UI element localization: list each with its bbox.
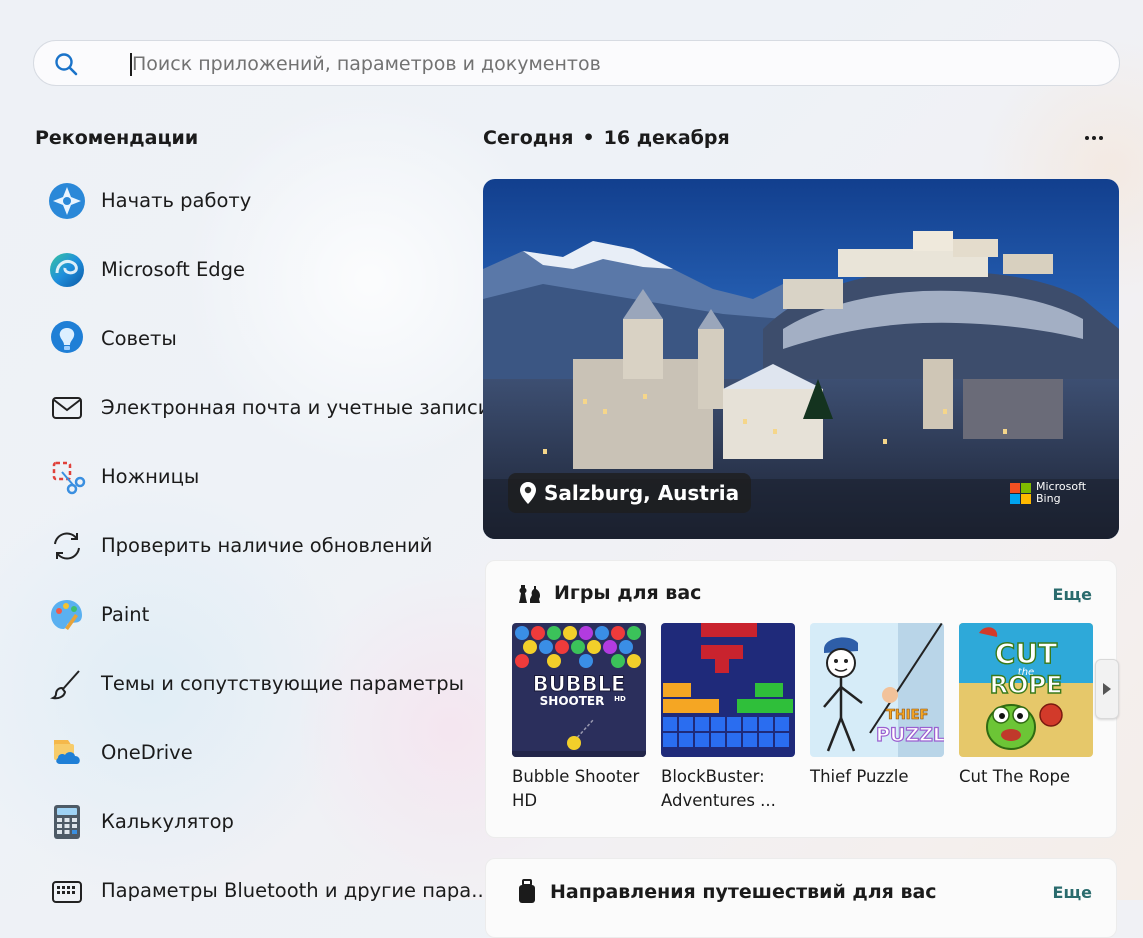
rec-item-label: Microsoft Edge (101, 258, 246, 281)
rec-item-label: Электронная почта и учетные записи (101, 396, 491, 419)
paint-icon (48, 596, 86, 634)
thief-logo-line2: PUZZLE (876, 724, 944, 746)
thief-puzzle-thumbnail: THIEF PUZZLE (810, 623, 944, 757)
snipping-tool-icon (48, 458, 86, 496)
rec-item-edge[interactable]: Microsoft Edge (48, 236, 468, 305)
refresh-icon (48, 527, 86, 565)
more-options-button[interactable] (1080, 124, 1108, 152)
game-tile-bubble-shooter[interactable]: BUBBLE SHOOTER HD Bubble Shooter HD (512, 623, 646, 813)
game-name: BlockBuster: Adventures ... (661, 767, 776, 810)
location-text: Salzburg, Austria (544, 481, 740, 505)
travel-card-header: Направления путешествий для вас (516, 879, 937, 905)
search-input[interactable] (132, 49, 1032, 79)
bubble-logo-line1: BUBBLE (533, 672, 626, 696)
search-icon (55, 53, 78, 76)
get-started-icon (48, 182, 86, 220)
cut-the-rope-thumbnail: CUT the ROPE (959, 623, 1093, 757)
rec-item-label: Калькулятор (101, 810, 234, 833)
rec-item-bluetooth-settings[interactable]: Параметры Bluetooth и другие пара... (48, 857, 490, 926)
thief-logo-line1: THIEF (886, 708, 928, 723)
search-box[interactable] (33, 40, 1120, 86)
microsoft-bing-logo: Microsoft Bing (1010, 481, 1086, 505)
rec-item-check-updates[interactable]: Проверить наличие обновлений (48, 512, 468, 581)
travel-card: Направления путешествий для вас Еще (485, 858, 1117, 938)
tips-icon (48, 320, 86, 358)
chess-pieces-icon (519, 585, 540, 603)
games-more-link[interactable]: Еще (1053, 585, 1092, 604)
recommendations-list: Начать работу Microsoft Edge Советы Элек… (48, 167, 490, 926)
today-header: Сегодня • 16 декабря (483, 127, 730, 149)
rec-item-snipping-tool[interactable]: Ножницы (48, 443, 468, 512)
rec-item-label: Paint (101, 603, 150, 626)
game-tile-blockbuster[interactable]: BlockBuster: Adventures ... (661, 623, 795, 813)
rec-item-onedrive[interactable]: OneDrive (48, 719, 468, 788)
bubble-logo-line2: SHOOTER (540, 694, 605, 708)
keyboard-icon (48, 872, 86, 910)
rec-item-paint[interactable]: Paint (48, 581, 468, 650)
rec-item-label: Параметры Bluetooth и другие пара... (101, 879, 490, 902)
onedrive-icon (48, 734, 86, 772)
game-name: Bubble Shooter HD (512, 767, 640, 810)
dot-icon (1099, 136, 1103, 140)
game-name: Cut The Rope (959, 767, 1071, 786)
hero-spotlight-image[interactable]: Salzburg, Austria Microsoft Bing (483, 179, 1119, 539)
rec-item-label: Советы (101, 327, 177, 350)
rec-item-label: Проверить наличие обновлений (101, 534, 433, 557)
games-card: Игры для вас Еще BUBBLE SHOOTER HD Bubbl… (485, 560, 1119, 838)
bubble-logo-line3: HD (614, 695, 626, 703)
ctr-logo-line3: ROPE (990, 671, 1063, 699)
games-card-header: Игры для вас (516, 581, 701, 605)
brand-line-2: Bing (1036, 492, 1061, 505)
rec-item-label: OneDrive (101, 741, 193, 764)
today-date: 16 декабря (603, 127, 730, 149)
rec-item-tips[interactable]: Советы (48, 305, 468, 374)
bubble-shooter-thumbnail: BUBBLE SHOOTER HD (512, 623, 646, 757)
game-tile-thief-puzzle[interactable]: THIEF PUZZLE Thief Puzzle (810, 623, 944, 813)
games-next-button[interactable] (1095, 659, 1119, 719)
chevron-right-icon (1103, 683, 1111, 695)
suitcase-icon (519, 879, 535, 903)
rec-item-label: Ножницы (101, 465, 200, 488)
rec-item-label: Начать работу (101, 189, 252, 212)
ctr-logo-line1: CUT (995, 637, 1057, 670)
location-badge[interactable]: Salzburg, Austria (508, 473, 752, 513)
separator-dot: • (582, 127, 595, 149)
recommendations-title: Рекомендации (35, 127, 199, 149)
microsoft-logo-icon (1010, 482, 1031, 504)
travel-more-link[interactable]: Еще (1053, 883, 1092, 902)
rec-item-label: Темы и сопутствующие параметры (101, 672, 465, 695)
games-card-title: Игры для вас (554, 582, 702, 604)
game-name: Thief Puzzle (810, 767, 909, 786)
location-pin-icon (520, 482, 536, 504)
rec-item-calculator[interactable]: Калькулятор (48, 788, 468, 857)
blockbuster-thumbnail (661, 623, 795, 757)
games-tiles: BUBBLE SHOOTER HD Bubble Shooter HD Bloc… (512, 623, 1093, 813)
edge-icon (48, 251, 86, 289)
rec-item-mail-accounts[interactable]: Электронная почта и учетные записи (48, 374, 490, 443)
game-tile-cut-the-rope[interactable]: CUT the ROPE Cut The Rope (959, 623, 1093, 813)
dot-icon (1092, 136, 1096, 140)
brush-icon (48, 665, 86, 703)
rec-item-get-started[interactable]: Начать работу (48, 167, 468, 236)
rec-item-themes[interactable]: Темы и сопутствующие параметры (48, 650, 468, 719)
mail-icon (48, 389, 86, 427)
today-label: Сегодня (483, 127, 574, 149)
calculator-icon (48, 803, 86, 841)
dot-icon (1085, 136, 1089, 140)
